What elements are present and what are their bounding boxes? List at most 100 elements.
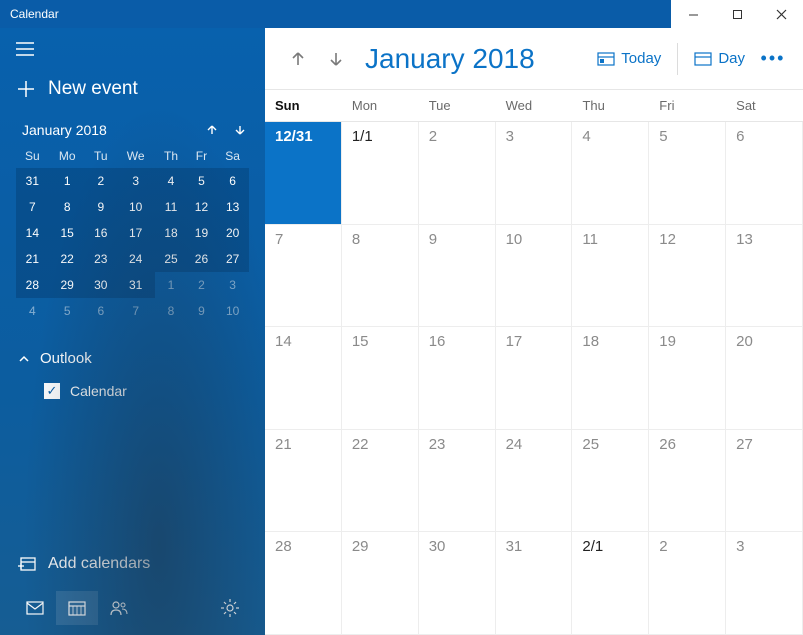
mail-icon[interactable] (14, 591, 56, 625)
mini-day[interactable]: 29 (49, 272, 86, 298)
day-cell[interactable]: 18 (572, 327, 649, 430)
day-cell[interactable]: 30 (419, 532, 496, 635)
mini-day[interactable]: 9 (187, 298, 217, 324)
mini-prev-button[interactable] (205, 123, 219, 137)
mini-day[interactable]: 18 (155, 220, 186, 246)
day-cell[interactable]: 2 (649, 532, 726, 635)
day-cell[interactable]: 16 (419, 327, 496, 430)
more-button[interactable]: ••• (757, 48, 789, 69)
calendar-checkbox-row[interactable]: ✓ Calendar (18, 373, 247, 409)
maximize-button[interactable] (715, 0, 759, 28)
mini-dow: Sa (216, 144, 249, 168)
day-cell[interactable]: 1/1 (342, 122, 419, 225)
day-cell[interactable]: 14 (265, 327, 342, 430)
day-cell[interactable]: 10 (496, 225, 573, 328)
day-cell[interactable]: 26 (649, 430, 726, 533)
day-cell[interactable]: 2/1 (572, 532, 649, 635)
day-cell[interactable]: 4 (572, 122, 649, 225)
mini-day[interactable]: 3 (116, 168, 156, 194)
mini-day[interactable]: 1 (155, 272, 186, 298)
mini-day[interactable]: 2 (187, 272, 217, 298)
add-calendars-button[interactable]: Add calendars (0, 545, 265, 583)
mini-day[interactable]: 13 (216, 194, 249, 220)
day-cell[interactable]: 20 (726, 327, 803, 430)
month-title[interactable]: January 2018 (365, 43, 535, 75)
mini-day[interactable]: 17 (116, 220, 156, 246)
mini-day[interactable]: 10 (216, 298, 249, 324)
day-cell[interactable]: 21 (265, 430, 342, 533)
mini-day[interactable]: 16 (86, 220, 116, 246)
day-cell[interactable]: 15 (342, 327, 419, 430)
account-group-toggle[interactable]: Outlook (18, 344, 247, 373)
mini-next-button[interactable] (233, 123, 247, 137)
close-button[interactable] (759, 0, 803, 28)
mini-day[interactable]: 27 (216, 246, 249, 272)
mini-day[interactable]: 19 (187, 220, 217, 246)
day-cell[interactable]: 9 (419, 225, 496, 328)
mini-day[interactable]: 24 (116, 246, 156, 272)
mini-day[interactable]: 7 (116, 298, 156, 324)
mini-day[interactable]: 23 (86, 246, 116, 272)
prev-period-button[interactable] (283, 44, 313, 74)
mini-day[interactable]: 2 (86, 168, 116, 194)
view-button[interactable]: Day (682, 44, 757, 73)
day-cell[interactable]: 24 (496, 430, 573, 533)
day-cell[interactable]: 13 (726, 225, 803, 328)
mini-day[interactable]: 1 (49, 168, 86, 194)
mini-day[interactable]: 8 (49, 194, 86, 220)
mini-day[interactable]: 6 (216, 168, 249, 194)
mini-day[interactable]: 21 (16, 246, 49, 272)
day-cell[interactable]: 8 (342, 225, 419, 328)
day-cell[interactable]: 2 (419, 122, 496, 225)
day-cell[interactable]: 12 (649, 225, 726, 328)
mini-day[interactable]: 15 (49, 220, 86, 246)
mini-day[interactable]: 4 (16, 298, 49, 324)
day-cell[interactable]: 7 (265, 225, 342, 328)
day-cell[interactable]: 3 (496, 122, 573, 225)
mini-day[interactable]: 30 (86, 272, 116, 298)
day-cell[interactable]: 6 (726, 122, 803, 225)
day-cell[interactable]: 19 (649, 327, 726, 430)
mini-day[interactable]: 25 (155, 246, 186, 272)
day-cell[interactable]: 11 (572, 225, 649, 328)
settings-icon[interactable] (209, 591, 251, 625)
next-period-button[interactable] (321, 44, 351, 74)
mini-day[interactable]: 20 (216, 220, 249, 246)
mini-day[interactable]: 8 (155, 298, 186, 324)
mini-day[interactable]: 10 (116, 194, 156, 220)
mini-day[interactable]: 28 (16, 272, 49, 298)
day-cell[interactable]: 31 (496, 532, 573, 635)
mini-day[interactable]: 31 (16, 168, 49, 194)
day-cell[interactable]: 28 (265, 532, 342, 635)
mini-day[interactable]: 11 (155, 194, 186, 220)
day-cell[interactable]: 5 (649, 122, 726, 225)
mini-day[interactable]: 6 (86, 298, 116, 324)
mini-day[interactable]: 22 (49, 246, 86, 272)
minimize-button[interactable] (671, 0, 715, 28)
today-button[interactable]: Today (585, 44, 673, 73)
mini-day[interactable]: 4 (155, 168, 186, 194)
people-icon[interactable] (98, 591, 140, 625)
mini-day[interactable]: 5 (187, 168, 217, 194)
mini-day[interactable]: 3 (216, 272, 249, 298)
mini-day[interactable]: 5 (49, 298, 86, 324)
mini-day[interactable]: 7 (16, 194, 49, 220)
mini-day[interactable]: 14 (16, 220, 49, 246)
mini-day[interactable]: 31 (116, 272, 156, 298)
day-cell[interactable]: 27 (726, 430, 803, 533)
day-cell[interactable]: 29 (342, 532, 419, 635)
checkbox-checked-icon[interactable]: ✓ (44, 383, 60, 399)
calendar-icon[interactable] (56, 591, 98, 625)
mini-day[interactable]: 9 (86, 194, 116, 220)
mini-month-label[interactable]: January 2018 (22, 122, 107, 138)
mini-day[interactable]: 12 (187, 194, 217, 220)
day-cell[interactable]: 25 (572, 430, 649, 533)
day-cell[interactable]: 3 (726, 532, 803, 635)
day-cell[interactable]: 22 (342, 430, 419, 533)
mini-day[interactable]: 26 (187, 246, 217, 272)
day-cell[interactable]: 12/31 (265, 122, 342, 225)
day-cell[interactable]: 17 (496, 327, 573, 430)
new-event-button[interactable]: New event (0, 70, 265, 118)
day-cell[interactable]: 23 (419, 430, 496, 533)
hamburger-button[interactable] (0, 28, 265, 70)
